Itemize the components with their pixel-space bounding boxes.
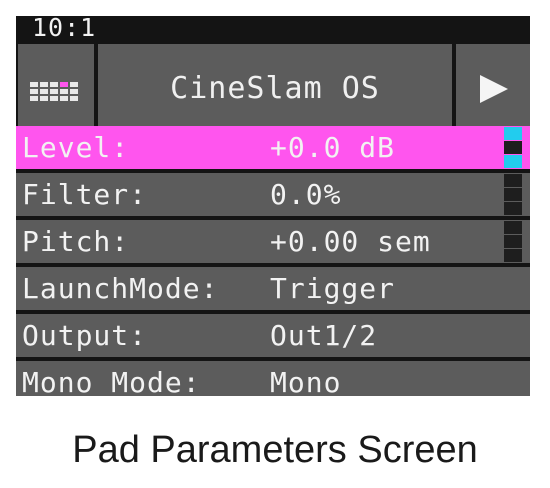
status-bar: 10:1 [16,16,530,42]
pads-grid-icon [30,82,78,101]
play-button[interactable] [456,44,530,134]
scrollbar-segment[interactable] [504,126,524,169]
param-value: Out1/2 [270,319,378,352]
param-label: LaunchMode: [22,272,219,305]
param-row-level[interactable]: Level: +0.0 dB [16,126,530,169]
param-label: Output: [22,319,148,352]
param-value: 0.0% [270,178,342,211]
status-text: 10:1 [32,16,97,42]
device-screen: 10:1 CineSlam OS Level: +0.0 dB Filter: … [16,16,530,396]
param-label: Level: [22,131,130,164]
param-row-mono-mode[interactable]: Mono Mode: Mono [16,361,530,396]
param-row-filter[interactable]: Filter: 0.0% [16,173,530,216]
param-value: Trigger [270,272,396,305]
scrollbar-segment[interactable] [504,173,524,216]
param-value: Mono [270,366,342,396]
play-icon [480,75,508,103]
param-row-pitch[interactable]: Pitch: +0.00 sem [16,220,530,263]
param-value: +0.00 sem [270,225,431,258]
scrollbar-segment[interactable] [504,220,524,263]
title-bar: CineSlam OS [98,44,452,134]
param-row-launchmode[interactable]: LaunchMode: Trigger [16,267,530,310]
caption: Pad Parameters Screen [72,429,478,471]
param-label: Filter: [22,178,148,211]
param-label: Mono Mode: [22,366,201,396]
pads-grid-button[interactable] [18,44,94,134]
param-row-output[interactable]: Output: Out1/2 [16,314,530,357]
app-title: CineSlam OS [170,71,380,106]
param-label: Pitch: [22,225,130,258]
param-value: +0.0 dB [270,131,396,164]
header: CineSlam OS [16,44,530,136]
